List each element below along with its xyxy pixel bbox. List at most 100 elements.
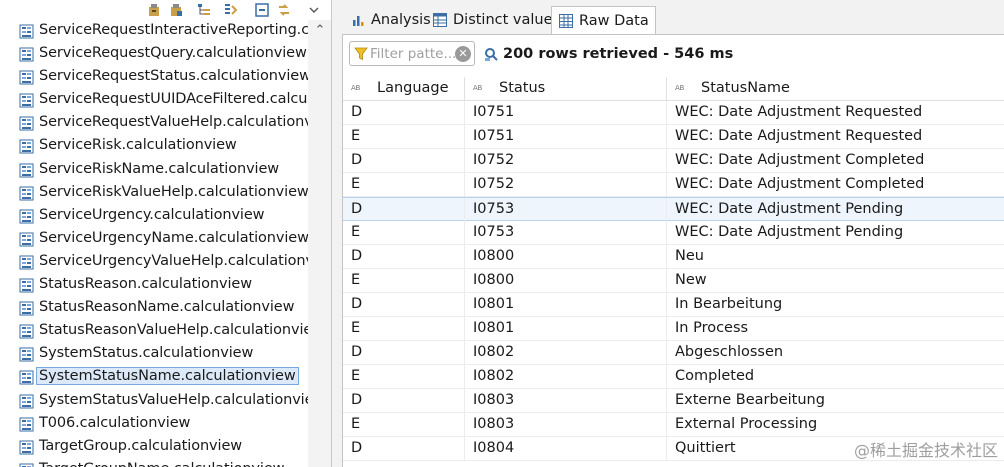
table-cell[interactable]: I0803 (465, 389, 667, 413)
table-cell[interactable]: WEC: Date Adjustment Completed (667, 173, 1004, 197)
table-cell[interactable]: I0801 (465, 293, 667, 317)
tree-item[interactable]: ServiceRisk.calculationview (0, 135, 308, 158)
table-row[interactable]: E I0751 WEC: Date Adjustment Requested (343, 125, 1004, 149)
clear-filter-icon[interactable]: ✕ (455, 46, 471, 62)
table-row[interactable]: E I0801 In Process (343, 317, 1004, 341)
table-cell[interactable]: I0751 (465, 101, 667, 125)
tree-item[interactable]: T006.calculationview (0, 413, 308, 436)
table-cell[interactable]: External Processing (667, 413, 1004, 437)
table-cell[interactable]: E (343, 317, 465, 341)
table-cell[interactable]: Abgeschlossen (667, 341, 1004, 365)
table-cell[interactable]: I0802 (465, 365, 667, 389)
table-cell[interactable]: E (343, 365, 465, 389)
table-cell[interactable]: Completed (667, 365, 1004, 389)
tree-item[interactable]: StatusReasonValueHelp.calculationview (0, 320, 308, 343)
table-cell[interactable]: I0751 (465, 125, 667, 149)
tree-item[interactable]: ServiceRequestQuery.calculationview (0, 43, 308, 66)
hierarchy-icon[interactable] (196, 2, 212, 18)
table-cell[interactable]: I0803 (465, 413, 667, 437)
table-cell[interactable]: I0753 (465, 221, 667, 245)
table-cell[interactable]: I0802 (465, 341, 667, 365)
table-cell[interactable]: E (343, 125, 465, 149)
tree-item-label: ServiceRiskValueHelp.calculationview (39, 183, 308, 200)
table-row[interactable]: D I0753 WEC: Date Adjustment Pending (343, 197, 1004, 222)
table-cell[interactable]: Neu (667, 245, 1004, 269)
tab-raw-data[interactable]: Raw Data (551, 6, 656, 34)
column-header-statusname[interactable]: AB StatusName (667, 77, 1004, 101)
table-cell[interactable]: D (343, 293, 465, 317)
table-cell[interactable]: In Process (667, 317, 1004, 341)
scroll-up-arrow-icon[interactable]: ⌃ (308, 20, 331, 42)
table-cell[interactable]: New (667, 269, 1004, 293)
table-cell[interactable]: D (343, 101, 465, 125)
table-row[interactable]: E I0802 Completed (343, 365, 1004, 389)
table-cell[interactable]: Externe Bearbeitung (667, 389, 1004, 413)
filter-input[interactable] (370, 45, 456, 63)
table-cell[interactable]: I0800 (465, 269, 667, 293)
tree-item[interactable]: SystemStatusName.calculationview (0, 366, 308, 389)
table-cell[interactable]: D (343, 341, 465, 365)
tree-item-label: StatusReasonValueHelp.calculationview (39, 322, 308, 339)
collapse-all-icon[interactable] (254, 2, 270, 18)
tree-item[interactable]: ServiceRiskValueHelp.calculationview (0, 182, 308, 205)
table-cell[interactable]: D (343, 149, 465, 173)
table-row[interactable]: D I0801 In Bearbeitung (343, 293, 1004, 317)
tree-item[interactable]: ServiceUrgencyName.calculationview (0, 228, 308, 251)
cell-value: D (351, 296, 363, 312)
tree-item[interactable]: SystemStatusValueHelp.calculationview (0, 390, 308, 413)
table-cell[interactable]: E (343, 413, 465, 437)
tree-item[interactable]: StatusReasonName.calculationview (0, 297, 308, 320)
table-cell[interactable]: In Bearbeitung (667, 293, 1004, 317)
expand-all-icon[interactable] (222, 2, 238, 18)
tab-analysis[interactable]: Analysis (344, 6, 437, 34)
table-row[interactable]: D I0751 WEC: Date Adjustment Requested (343, 101, 1004, 125)
table-row[interactable]: E I0800 New (343, 269, 1004, 293)
tree-item[interactable]: ServiceRequestUUIDAceFiltered.calculati (0, 89, 308, 112)
table-row[interactable]: D I0803 Externe Bearbeitung (343, 389, 1004, 413)
tree-item[interactable]: TargetGroup.calculationview (0, 436, 308, 459)
column-header-language[interactable]: AB Language (343, 77, 465, 101)
explorer-scrollbar[interactable]: ⌃ (308, 20, 331, 467)
tree-item[interactable]: ServiceRequestValueHelp.calculationview (0, 112, 308, 135)
table-cell[interactable]: WEC: Date Adjustment Pending (667, 221, 1004, 245)
table-row[interactable]: E I0803 External Processing (343, 413, 1004, 437)
table-cell[interactable]: I0752 (465, 149, 667, 173)
tree-item[interactable]: ServiceUrgencyValueHelp.calculationview (0, 251, 308, 274)
table-row[interactable]: E I0752 WEC: Date Adjustment Completed (343, 173, 1004, 197)
table-cell[interactable]: I0800 (465, 245, 667, 269)
tree-item[interactable]: ServiceRequestInteractiveReporting.calcu… (0, 20, 308, 43)
table-cell[interactable]: WEC: Date Adjustment Pending (667, 198, 1004, 222)
view-menu-icon[interactable] (306, 2, 322, 18)
table-cell[interactable]: I0801 (465, 317, 667, 341)
collapse-package-icon[interactable] (146, 2, 162, 18)
tree-item[interactable]: ServiceUrgency.calculationview (0, 205, 308, 228)
table-cell[interactable]: D (343, 245, 465, 269)
table-row[interactable]: E I0753 WEC: Date Adjustment Pending (343, 221, 1004, 245)
tree-item[interactable]: ServiceRiskName.calculationview (0, 159, 308, 182)
tree-item[interactable]: StatusReason.calculationview (0, 274, 308, 297)
tree-item[interactable]: ServiceRequestStatus.calculationview (0, 66, 308, 89)
table-cell[interactable]: WEC: Date Adjustment Requested (667, 101, 1004, 125)
table-cell[interactable]: D (343, 437, 465, 461)
table-cell[interactable]: I0804 (465, 437, 667, 461)
table-row[interactable]: D I0802 Abgeschlossen (343, 341, 1004, 365)
link-with-editor-icon[interactable] (276, 2, 292, 18)
tab-distinct-values[interactable]: Distinct values (426, 6, 566, 34)
column-header-status[interactable]: AB Status (465, 77, 667, 101)
explorer-toolbar (0, 0, 331, 20)
table-cell[interactable]: D (343, 389, 465, 413)
table-cell[interactable]: E (343, 269, 465, 293)
package-filter-icon[interactable] (168, 2, 184, 18)
tree-item[interactable]: SystemStatus.calculationview (0, 343, 308, 366)
table-row[interactable]: D I0752 WEC: Date Adjustment Completed (343, 149, 1004, 173)
filter-field[interactable]: ✕ (349, 41, 475, 66)
table-cell[interactable]: I0753 (465, 198, 667, 222)
table-cell[interactable]: WEC: Date Adjustment Requested (667, 125, 1004, 149)
table-cell[interactable]: E (343, 221, 465, 245)
table-cell[interactable]: E (343, 173, 465, 197)
table-row[interactable]: D I0800 Neu (343, 245, 1004, 269)
table-cell[interactable]: I0752 (465, 173, 667, 197)
table-cell[interactable]: D (343, 198, 465, 222)
tree-item[interactable]: TargetGroupName.calculationview (0, 459, 308, 467)
table-cell[interactable]: WEC: Date Adjustment Completed (667, 149, 1004, 173)
